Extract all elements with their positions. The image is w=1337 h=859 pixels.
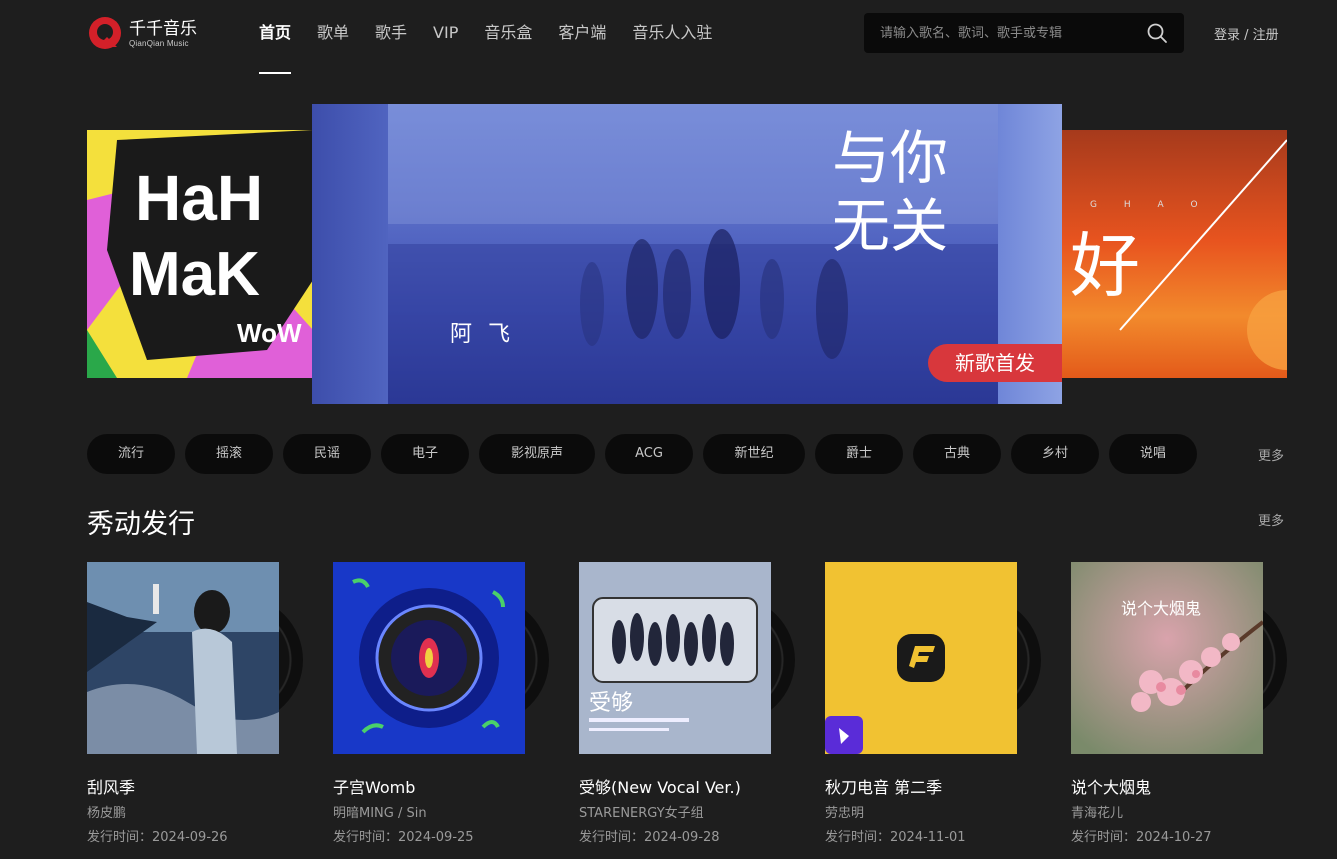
genre-folk[interactable]: 民谣: [283, 434, 371, 474]
cover-title: 受够: [589, 691, 633, 716]
nav-music-box[interactable]: 音乐盒: [484, 0, 532, 70]
album-cover[interactable]: 受够: [579, 562, 771, 754]
genre-rock[interactable]: 摇滚: [185, 434, 273, 474]
album-title[interactable]: 刮风季: [87, 774, 135, 798]
brand-name: 千千音乐: [129, 18, 197, 39]
banner-artist: 阿飞: [450, 322, 527, 347]
genre-tags: 流行 摇滚 民谣 电子 影视原声 ACG 新世纪 爵士 古典 乡村 说唱: [87, 434, 1207, 474]
logo[interactable]: 千千音乐 QianQian Music: [87, 13, 217, 53]
album-cover[interactable]: [333, 562, 525, 754]
auth-separator: /: [1240, 28, 1253, 43]
nav-artists[interactable]: 歌手: [375, 0, 407, 70]
album-title[interactable]: 子宫Womb: [333, 774, 415, 798]
banner-right-title: 好: [1070, 225, 1140, 307]
album-cover[interactable]: 说个大烟鬼: [1071, 562, 1263, 754]
brand-sub: QianQian Music: [129, 38, 189, 48]
album-release-date: 发行时间：2024-09-28: [579, 830, 720, 845]
banner-left-line2: MaK: [129, 240, 260, 309]
nav-client[interactable]: 客户端: [558, 0, 606, 70]
header: 千千音乐 QianQian Music 首页 歌单 歌手 VIP 音乐盒 客户端…: [0, 0, 1337, 74]
haha-make-wow-art: HaH MaK WoW: [87, 130, 313, 378]
section-title: 秀动发行: [87, 509, 195, 540]
banner-slide-next[interactable]: G H A O 好: [1060, 130, 1287, 378]
genre-pop[interactable]: 流行: [87, 434, 175, 474]
album-release-date: 发行时间：2024-10-27: [1071, 830, 1212, 845]
nav-musician-join[interactable]: 音乐人入驻: [632, 0, 712, 70]
genre-country[interactable]: 乡村: [1011, 434, 1099, 474]
cover-title: 说个大烟鬼: [1121, 599, 1201, 618]
group-photo-art: 受够: [579, 562, 771, 754]
album-artist[interactable]: 明暗MING / Sin: [333, 802, 427, 821]
genre-soundtrack[interactable]: 影视原声: [479, 434, 595, 474]
album-artist[interactable]: 青海花儿: [1071, 802, 1123, 821]
section-more-link[interactable]: 更多: [1258, 510, 1284, 529]
nav-home[interactable]: 首页: [259, 0, 292, 74]
album-cover[interactable]: [87, 562, 279, 754]
banner-title: 与你无关: [832, 124, 949, 260]
banner-slide-active[interactable]: 阿飞 与你无关 新歌首发: [312, 104, 1062, 404]
album-artist[interactable]: STARENERGY女子组: [579, 802, 704, 821]
genre-rap[interactable]: 说唱: [1109, 434, 1197, 474]
album-release-date: 发行时间：2024-11-01: [825, 830, 966, 845]
album-title[interactable]: 受够(New Vocal Ver.): [579, 774, 741, 798]
genre-electronic[interactable]: 电子: [381, 434, 469, 474]
cherry-blossom-art: 说个大烟鬼: [1071, 562, 1263, 754]
banner-slide-prev[interactable]: HaH MaK WoW: [87, 130, 313, 378]
seaside-photo: [87, 562, 279, 754]
nav-vip[interactable]: VIP: [433, 0, 458, 70]
album-release-date: 发行时间：2024-09-26: [87, 830, 228, 845]
womb-art: [333, 562, 525, 754]
nav-playlists[interactable]: 歌单: [317, 0, 349, 70]
search-box: [864, 13, 1184, 53]
main-nav: 首页 歌单 歌手 VIP 音乐盒 客户端 音乐人入驻: [259, 0, 738, 74]
register-link[interactable]: 注册: [1253, 28, 1279, 43]
search-icon[interactable]: [1146, 22, 1168, 44]
banner-right-sub: G H A O: [1090, 200, 1210, 210]
auth-links: 登录 / 注册: [1214, 24, 1279, 43]
genre-jazz[interactable]: 爵士: [815, 434, 903, 474]
banner-left-line3: WoW: [237, 318, 302, 348]
genres-more-link[interactable]: 更多: [1258, 445, 1284, 464]
search-input[interactable]: [880, 23, 1140, 43]
new-release-badge: 新歌首发: [928, 344, 1062, 382]
album-release-date: 发行时间：2024-09-25: [333, 830, 474, 845]
album-artist[interactable]: 劳忠明: [825, 802, 864, 821]
album-cover[interactable]: [825, 562, 1017, 754]
album-title[interactable]: 说个大烟鬼: [1071, 774, 1151, 798]
fm-logo-art: [825, 562, 1017, 754]
genre-new-age[interactable]: 新世纪: [703, 434, 805, 474]
login-link[interactable]: 登录: [1214, 28, 1240, 43]
album-artist[interactable]: 杨皮鹏: [87, 802, 126, 821]
genre-classical[interactable]: 古典: [913, 434, 1001, 474]
genre-acg[interactable]: ACG: [605, 434, 693, 474]
album-title[interactable]: 秋刀电音 第二季: [825, 774, 942, 798]
logo-icon: [89, 17, 121, 49]
banner-left-line1: HaH: [135, 162, 263, 234]
